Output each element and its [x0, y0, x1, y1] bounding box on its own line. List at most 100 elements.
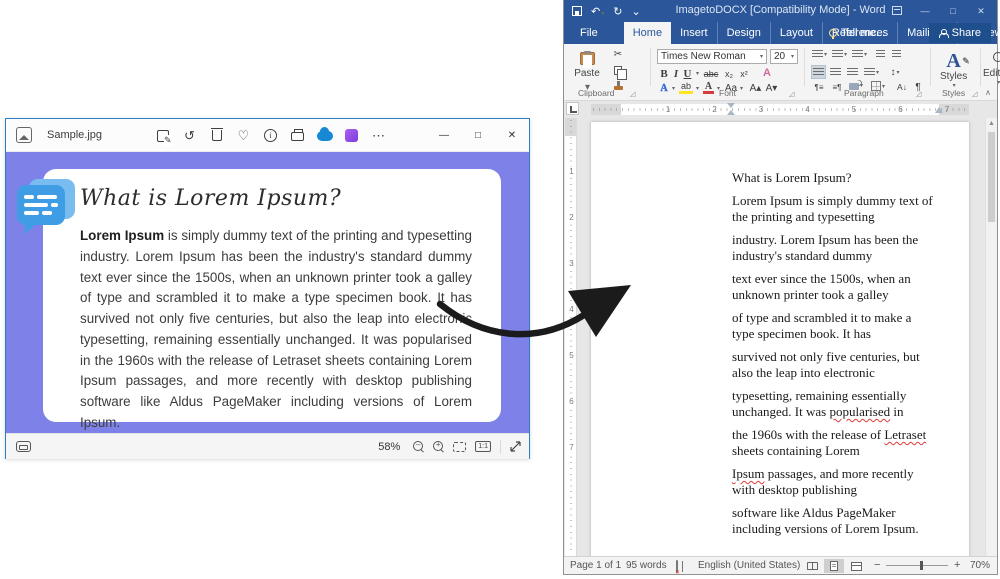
styles-dialog-launcher[interactable]: ◿	[972, 91, 979, 98]
sort-button[interactable]: A↓	[894, 81, 910, 93]
actual-size-icon[interactable]: 1:1	[475, 441, 491, 452]
grow-font-button[interactable]: A▴	[748, 82, 763, 94]
document-paragraph[interactable]: text ever since the 1500s, when an unkno…	[732, 271, 936, 303]
maximize-button[interactable]: □	[461, 119, 495, 152]
zoom-out-icon[interactable]: –	[413, 441, 424, 452]
zoom-out-control[interactable]: −	[874, 559, 880, 571]
increase-indent-button[interactable]	[892, 50, 901, 59]
tab-layout[interactable]: Layout	[771, 22, 823, 44]
page-count[interactable]: Page 1 of 1	[570, 560, 621, 571]
tab-insert[interactable]: Insert	[671, 22, 718, 44]
styles-button[interactable]: A Styles ▾	[940, 51, 967, 89]
font-size-combobox[interactable]: 20▾	[770, 49, 798, 64]
document-paragraph[interactable]: Ipsum passages, and more recently with d…	[732, 466, 936, 498]
hanging-indent-marker[interactable]	[727, 110, 735, 115]
favorite-icon[interactable]: ♡	[230, 123, 257, 148]
share-button[interactable]: Share	[929, 23, 991, 43]
font-color-button[interactable]: A	[703, 82, 714, 94]
first-line-indent-marker[interactable]	[727, 103, 735, 108]
language-status[interactable]: English (United States)	[698, 560, 800, 571]
proofing-status-icon[interactable]	[676, 560, 678, 573]
photo-viewer-canvas[interactable]: What is Lorem Ipsum? Lorem Ipsum is simp…	[6, 152, 529, 433]
minimize-button[interactable]: —	[913, 6, 937, 16]
fit-to-window-icon[interactable]	[453, 442, 466, 452]
align-right-button[interactable]	[845, 65, 860, 79]
change-case-caret[interactable]: ▾	[738, 85, 745, 92]
cut-icon[interactable]: ✂	[610, 48, 626, 61]
superscript-button[interactable]: x²	[737, 67, 751, 80]
highlight-color-button[interactable]: ab	[679, 82, 693, 94]
effects-caret[interactable]: ▾	[670, 85, 677, 92]
justify-button[interactable]: ▾	[862, 65, 881, 79]
web-layout-icon[interactable]	[846, 559, 866, 573]
font-dialog-launcher[interactable]: ◿	[789, 91, 796, 98]
tab-stop-selector[interactable]	[566, 102, 579, 115]
tab-file[interactable]: File	[568, 22, 610, 44]
edit-image-icon[interactable]	[149, 123, 176, 148]
document-paragraph[interactable]: Lorem Ipsum is simply dummy text of the …	[732, 193, 936, 225]
font-name-combobox[interactable]: Times New Roman▾	[657, 49, 767, 64]
document-paragraph[interactable]: the 1960s with the release of Letraset s…	[732, 427, 936, 459]
document-page[interactable]: What is Lorem Ipsum? Lorem Ipsum is simpl…	[591, 122, 969, 556]
vertical-scrollbar[interactable]: ▲	[985, 118, 997, 556]
word-count[interactable]: 95 words	[626, 560, 667, 571]
bullets-button[interactable]: ▾	[812, 50, 827, 59]
paste-button[interactable]: Paste ▾	[572, 49, 602, 93]
numbering-button[interactable]: ▾	[832, 50, 847, 59]
zoom-slider[interactable]	[886, 565, 948, 566]
read-mode-icon[interactable]	[802, 559, 822, 573]
rtl-direction-button[interactable]: ≡¶	[829, 81, 845, 93]
document-paragraph[interactable]: of type and scrambled it to make a type …	[732, 310, 936, 342]
horizontal-ruler[interactable]: 1234567	[591, 104, 969, 115]
onedrive-icon[interactable]	[311, 123, 338, 148]
ribbon-display-options-icon[interactable]	[885, 6, 909, 17]
clipboard-dialog-launcher[interactable]: ◿	[630, 91, 637, 98]
strikethrough-button[interactable]: abc	[702, 67, 720, 80]
paragraph-dialog-launcher[interactable]: ◿	[916, 91, 923, 98]
filmstrip-toggle-icon[interactable]	[16, 441, 31, 452]
vertical-ruler[interactable]: 1234567	[565, 118, 577, 556]
document-paragraph[interactable]: industry. Lorem Ipsum has been the indus…	[732, 232, 936, 264]
document-text[interactable]: What is Lorem Ipsum? Lorem Ipsum is simpl…	[732, 170, 936, 544]
file-information-icon[interactable]: i	[257, 123, 284, 148]
zoom-in-icon[interactable]: +	[433, 441, 444, 452]
underline-button[interactable]: U	[682, 67, 693, 80]
close-button[interactable]: ✕	[969, 6, 993, 17]
editing-button[interactable]: Editing ▾	[983, 51, 1000, 86]
delete-icon[interactable]	[203, 123, 230, 148]
print-icon[interactable]	[284, 123, 311, 148]
maximize-button[interactable]: □	[941, 6, 965, 16]
line-spacing-button[interactable]: ↕▾	[886, 65, 904, 79]
see-more-icon[interactable]: ⋯	[365, 123, 392, 148]
collapse-ribbon-icon[interactable]: ∧	[985, 88, 991, 97]
scroll-up-icon[interactable]: ▲	[986, 120, 997, 127]
bold-button[interactable]: B	[658, 67, 670, 80]
document-paragraph[interactable]: What is Lorem Ipsum?	[732, 170, 936, 186]
italic-button[interactable]: I	[671, 67, 681, 80]
copy-icon[interactable]	[610, 63, 626, 77]
zoom-percentage[interactable]: 70%	[970, 560, 990, 571]
subscript-button[interactable]: x₂	[722, 67, 736, 80]
fullscreen-icon[interactable]	[510, 441, 521, 452]
highlight-caret[interactable]: ▾	[694, 85, 701, 92]
tab-design[interactable]: Design	[718, 22, 771, 44]
align-center-button[interactable]	[828, 65, 843, 79]
tab-home[interactable]: Home	[624, 22, 671, 44]
right-indent-marker[interactable]	[935, 107, 943, 113]
shrink-font-button[interactable]: A▾	[764, 82, 779, 94]
tell-me-box[interactable]: Tell me...	[829, 22, 885, 44]
document-paragraph[interactable]: survived not only five centuries, but al…	[732, 349, 936, 381]
clipchamp-icon[interactable]	[338, 123, 365, 148]
minimize-button[interactable]: —	[427, 119, 461, 152]
align-left-button[interactable]	[811, 65, 826, 79]
zoom-slider-thumb[interactable]	[920, 561, 923, 570]
multilevel-list-button[interactable]: ▾	[852, 50, 867, 59]
document-paragraph[interactable]: typesetting, remaining essentially uncha…	[732, 388, 936, 420]
text-effects-icon[interactable]: A	[760, 66, 774, 80]
close-button[interactable]: ✕	[495, 119, 529, 152]
ltr-direction-button[interactable]: ¶≡	[811, 81, 827, 93]
scrollbar-thumb[interactable]	[988, 132, 995, 222]
zoom-in-control[interactable]: +	[954, 559, 960, 571]
rotate-icon[interactable]: ↺	[176, 123, 203, 148]
underline-caret[interactable]: ▾	[694, 70, 701, 77]
